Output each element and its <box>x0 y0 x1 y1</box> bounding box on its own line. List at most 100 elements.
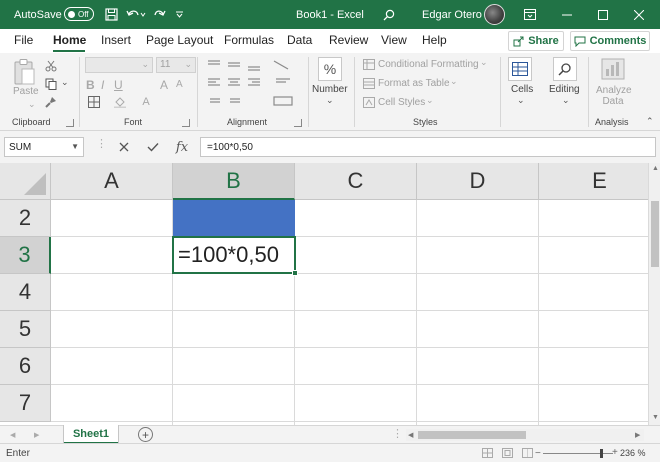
alignment-buttons[interactable] <box>206 59 296 111</box>
cells-label[interactable]: Cells <box>511 84 533 95</box>
avatar[interactable] <box>484 4 505 25</box>
undo-button[interactable] <box>124 5 148 24</box>
zoom-level[interactable]: 236 % <box>620 448 646 458</box>
paste-icon <box>14 59 35 85</box>
formula-bar-grip-icon[interactable]: ⋮ <box>96 139 107 150</box>
row-header-5[interactable]: 5 <box>0 311 51 348</box>
editing-label[interactable]: Editing <box>549 84 580 95</box>
name-box[interactable]: SUM ▼ <box>4 137 84 157</box>
add-sheet-button[interactable]: + <box>138 427 153 442</box>
fill-color-button[interactable] <box>112 95 128 109</box>
minimize-button[interactable] <box>548 0 586 29</box>
scroll-down-icon[interactable]: ▼ <box>652 414 659 421</box>
vertical-scrollbar[interactable]: ▲ ▼ <box>648 163 660 425</box>
paste-button[interactable] <box>8 57 40 87</box>
font-launcher[interactable] <box>182 119 190 127</box>
cell-b2-filled[interactable] <box>173 200 295 237</box>
decrease-font-icon[interactable]: A <box>176 80 183 90</box>
row-header-4[interactable]: 4 <box>0 274 51 311</box>
analyze-data-button[interactable]: Analyze Data <box>596 85 632 107</box>
zoom-in-icon[interactable]: + <box>612 447 618 458</box>
format-as-table-button[interactable]: Format as Table <box>378 78 450 89</box>
vertical-scroll-thumb[interactable] <box>651 201 659 267</box>
fill-handle[interactable] <box>292 270 298 276</box>
share-button[interactable]: Share <box>508 31 564 51</box>
number-label[interactable]: Number <box>312 84 348 95</box>
font-color-button[interactable]: A <box>138 95 154 109</box>
cut-button[interactable] <box>44 59 58 73</box>
column-header-c[interactable]: C <box>295 163 417 200</box>
row-header-7[interactable]: 7 <box>0 385 51 422</box>
cells-dropdown-icon[interactable]: ⌄ <box>517 96 525 105</box>
horizontal-scroll-thumb[interactable] <box>418 431 526 439</box>
zoom-slider-knob[interactable] <box>600 449 603 458</box>
autosave-toggle[interactable]: Off <box>64 7 94 21</box>
tab-split-grip-icon[interactable]: ⋮ <box>392 429 403 440</box>
tab-page-layout[interactable]: Page Layout <box>146 33 213 47</box>
cells-button[interactable] <box>508 57 532 81</box>
editing-button[interactable] <box>553 57 577 81</box>
active-cell-b3[interactable]: =100*0,50 <box>172 236 296 274</box>
collapse-ribbon-icon[interactable]: ⌃ <box>646 117 654 126</box>
increase-font-icon[interactable]: A <box>160 79 168 91</box>
tab-file[interactable]: File <box>14 33 33 47</box>
formula-input[interactable]: =100*0,50 <box>200 137 656 157</box>
format-painter-button[interactable] <box>44 95 58 109</box>
number-format-button[interactable]: % <box>318 57 342 81</box>
tab-insert[interactable]: Insert <box>101 33 131 47</box>
tab-formulas[interactable]: Formulas <box>224 33 274 47</box>
font-name-select[interactable]: ⌄ <box>85 57 153 73</box>
italic-icon[interactable]: I <box>101 79 104 91</box>
borders-button[interactable] <box>86 95 102 109</box>
scroll-up-icon[interactable]: ▲ <box>652 165 659 172</box>
row-header-2[interactable]: 2 <box>0 200 51 237</box>
tab-review[interactable]: Review <box>329 33 368 47</box>
number-dropdown-icon[interactable]: ⌄ <box>326 96 334 105</box>
paste-dropdown-icon[interactable]: ⌄ <box>28 100 36 109</box>
insert-function-button[interactable]: fx <box>172 138 192 156</box>
clipboard-launcher[interactable] <box>66 119 74 127</box>
conditional-formatting-button[interactable]: Conditional Formatting <box>378 59 479 70</box>
cancel-entry-button[interactable] <box>114 138 134 156</box>
close-button[interactable] <box>620 0 658 29</box>
redo-button[interactable] <box>150 5 168 24</box>
copy-dropdown-icon[interactable]: ⌄ <box>61 78 69 87</box>
next-sheet-icon[interactable]: ▶ <box>34 431 39 439</box>
horizontal-scrollbar[interactable]: ◀ ▶ <box>406 429 644 441</box>
normal-view-button[interactable] <box>480 447 494 459</box>
sheet-tab-sheet1[interactable]: Sheet1 <box>64 425 118 444</box>
cell-styles-button[interactable]: Cell Styles <box>378 97 425 108</box>
scroll-right-icon[interactable]: ▶ <box>635 431 640 439</box>
scroll-left-icon[interactable]: ◀ <box>408 431 413 439</box>
grid-view-icon <box>481 448 493 458</box>
column-header-e[interactable]: E <box>539 163 648 200</box>
ribbon-display-options-button[interactable] <box>520 5 540 24</box>
confirm-entry-button[interactable] <box>143 138 163 156</box>
page-layout-view-button[interactable] <box>500 447 514 459</box>
underline-icon[interactable]: U <box>114 79 123 91</box>
customize-quick-access-button[interactable] <box>172 5 186 24</box>
row-header-3[interactable]: 3 <box>0 237 51 274</box>
tab-data[interactable]: Data <box>287 33 312 47</box>
row-header-6[interactable]: 6 <box>0 348 51 385</box>
tab-view[interactable]: View <box>381 33 407 47</box>
prev-sheet-icon[interactable]: ◀ <box>10 431 15 439</box>
column-header-b[interactable]: B <box>173 163 295 200</box>
alignment-launcher[interactable] <box>294 119 302 127</box>
editing-dropdown-icon[interactable]: ⌄ <box>562 96 570 105</box>
font-size-select[interactable]: 11 ⌄ <box>156 57 196 73</box>
tab-home[interactable]: Home <box>53 33 86 47</box>
column-header-a[interactable]: A <box>51 163 173 200</box>
page-break-view-button[interactable] <box>520 447 534 459</box>
save-button[interactable] <box>102 5 120 24</box>
comments-button[interactable]: Comments <box>570 31 650 51</box>
tab-help[interactable]: Help <box>422 33 447 47</box>
select-all-button[interactable] <box>0 163 51 200</box>
maximize-button[interactable] <box>584 0 622 29</box>
column-header-d[interactable]: D <box>417 163 539 200</box>
user-name[interactable]: Edgar Otero <box>422 0 482 29</box>
search-button[interactable] <box>380 5 398 24</box>
copy-button[interactable] <box>44 77 58 91</box>
bold-icon[interactable]: B <box>86 79 95 91</box>
zoom-out-icon[interactable]: − <box>535 448 541 459</box>
